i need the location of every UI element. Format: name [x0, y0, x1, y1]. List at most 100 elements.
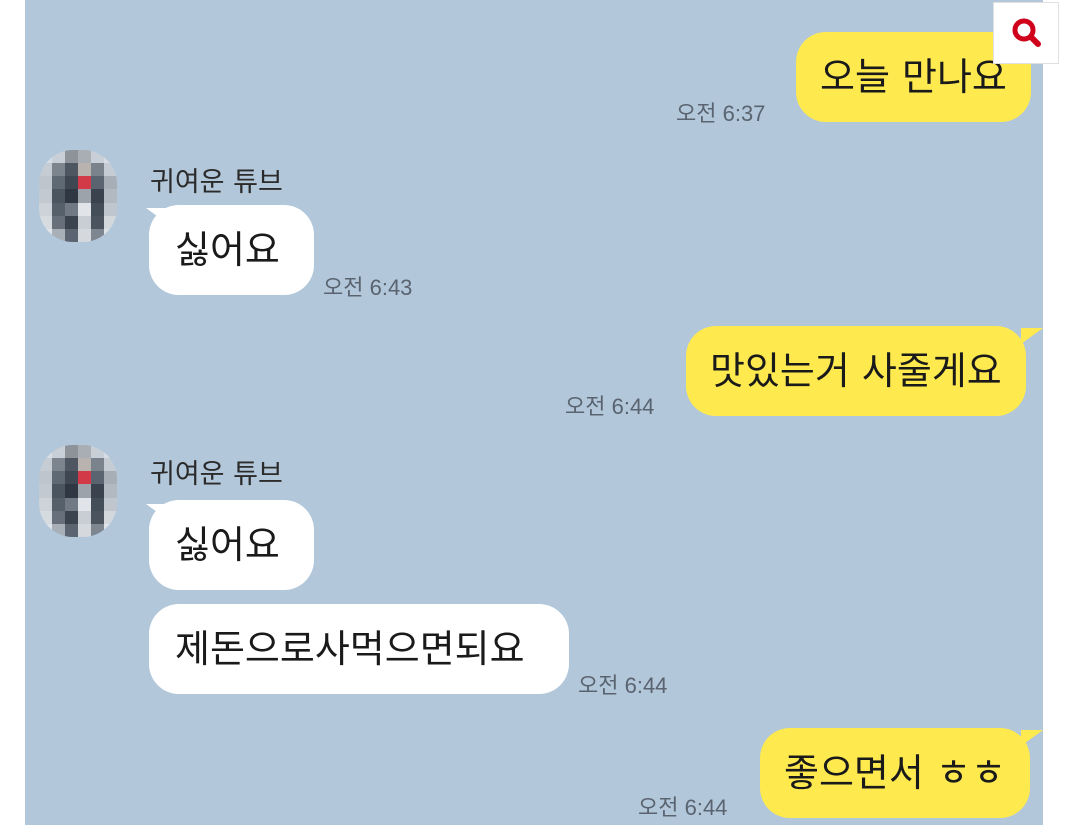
- other-message-bubble[interactable]: 제돈으로사먹으면되요: [149, 604, 569, 694]
- avatar-pixel: [52, 510, 65, 524]
- avatar-pixel: [65, 471, 78, 485]
- avatar-pixel: [104, 228, 117, 242]
- avatar-pixel: [39, 228, 52, 242]
- message-time: 오전 6:44: [565, 394, 655, 419]
- avatar-pixel: [104, 471, 117, 485]
- avatar-pixel: [78, 163, 91, 177]
- avatar-pixel: [78, 497, 91, 511]
- avatar-pixel: [39, 163, 52, 177]
- avatar-pixel: [104, 215, 117, 229]
- avatar-pixel: [78, 215, 91, 229]
- search-button[interactable]: [993, 2, 1059, 64]
- avatar-pixel: [52, 189, 65, 203]
- avatar-pixel: [52, 228, 65, 242]
- avatar-pixel: [91, 202, 104, 216]
- avatar-pixel: [52, 484, 65, 498]
- avatar-pixel: [104, 497, 117, 511]
- avatar-pixel: [91, 215, 104, 229]
- avatar-pixel: [65, 228, 78, 242]
- my-message-bubble[interactable]: 좋으면서 ㅎㅎ: [760, 728, 1030, 818]
- avatar[interactable]: [39, 150, 117, 242]
- avatar-pixel: [91, 484, 104, 498]
- avatar-pixel: [65, 523, 78, 537]
- avatar-pixel: [39, 497, 52, 511]
- avatar-pixel: [104, 189, 117, 203]
- avatar-pixel: [91, 163, 104, 177]
- avatar-pixel: [52, 150, 65, 164]
- contact-name: 귀여운 튜브: [150, 459, 283, 490]
- avatar-pixel: [91, 523, 104, 537]
- avatar-pixel: [91, 176, 104, 190]
- avatar-pixel: [91, 510, 104, 524]
- avatar-pixel: [52, 445, 65, 459]
- avatar-pixel: [78, 445, 91, 459]
- other-message-bubble[interactable]: 싫어요: [149, 500, 314, 590]
- avatar-pixel: [104, 163, 117, 177]
- my-message-bubble[interactable]: 맛있는거 사줄게요: [686, 326, 1026, 416]
- contact-name: 귀여운 튜브: [150, 167, 283, 198]
- avatar-pixel: [65, 189, 78, 203]
- avatar-pixel: [39, 202, 52, 216]
- avatar-pixel: [91, 458, 104, 472]
- avatar-pixel: [78, 189, 91, 203]
- avatar-pixel: [52, 215, 65, 229]
- avatar-pixel: [91, 445, 104, 459]
- avatar-pixel: [52, 497, 65, 511]
- avatar-pixel: [39, 484, 52, 498]
- avatar-pixel: [39, 523, 52, 537]
- avatar-pixel: [78, 458, 91, 472]
- avatar-pixel: [104, 484, 117, 498]
- avatar-pixel: [39, 176, 52, 190]
- avatar-pixel: [91, 150, 104, 164]
- avatar-pixel: [104, 523, 117, 537]
- avatar-pixel: [65, 484, 78, 498]
- avatar-pixel: [52, 202, 65, 216]
- avatar-pixel: [65, 497, 78, 511]
- avatar-pixel: [78, 176, 91, 190]
- avatar-pixel: [39, 471, 52, 485]
- avatar-pixel: [78, 228, 91, 242]
- message-time: 오전 6:44: [638, 795, 728, 820]
- avatar-pixel: [78, 150, 91, 164]
- avatar-pixel: [39, 458, 52, 472]
- avatar-pixel: [78, 202, 91, 216]
- avatar-pixel: [65, 215, 78, 229]
- avatar-pixel: [65, 445, 78, 459]
- avatar-pixel: [91, 228, 104, 242]
- avatar-pixel: [52, 163, 65, 177]
- avatar-pixel: [104, 510, 117, 524]
- chat-area: 오전 6:37 오늘 만나요 귀여운 튜브 싫어요 오전 6:43 오전 6:4…: [25, 0, 1043, 825]
- avatar-pixel: [52, 471, 65, 485]
- avatar-pixel: [39, 510, 52, 524]
- bubble-tail: [1021, 730, 1043, 746]
- avatar-pixel: [78, 484, 91, 498]
- message-time: 오전 6:37: [676, 101, 766, 126]
- avatar-pixel: [104, 458, 117, 472]
- avatar-pixel: [65, 163, 78, 177]
- avatar-pixel: [65, 510, 78, 524]
- avatar-pixel: [65, 458, 78, 472]
- avatar-pixel: [39, 189, 52, 203]
- avatar-pixel: [52, 523, 65, 537]
- avatar-pixel: [52, 458, 65, 472]
- avatar-pixel: [39, 445, 52, 459]
- avatar[interactable]: [39, 445, 117, 537]
- other-message-bubble[interactable]: 싫어요: [149, 205, 314, 295]
- message-time: 오전 6:43: [323, 275, 413, 300]
- avatar-pixel: [104, 445, 117, 459]
- avatar-pixel: [65, 150, 78, 164]
- avatar-pixel: [104, 176, 117, 190]
- avatar-pixel: [91, 471, 104, 485]
- avatar-pixel: [91, 497, 104, 511]
- avatar-pixel: [104, 150, 117, 164]
- avatar-pixel: [39, 150, 52, 164]
- avatar-pixel: [65, 176, 78, 190]
- avatar-pixel: [104, 202, 117, 216]
- avatar-pixel: [91, 189, 104, 203]
- message-time: 오전 6:44: [578, 673, 668, 698]
- avatar-pixel: [65, 202, 78, 216]
- avatar-pixel: [52, 176, 65, 190]
- avatar-pixel: [39, 215, 52, 229]
- avatar-pixel: [78, 510, 91, 524]
- search-icon: [1012, 18, 1041, 47]
